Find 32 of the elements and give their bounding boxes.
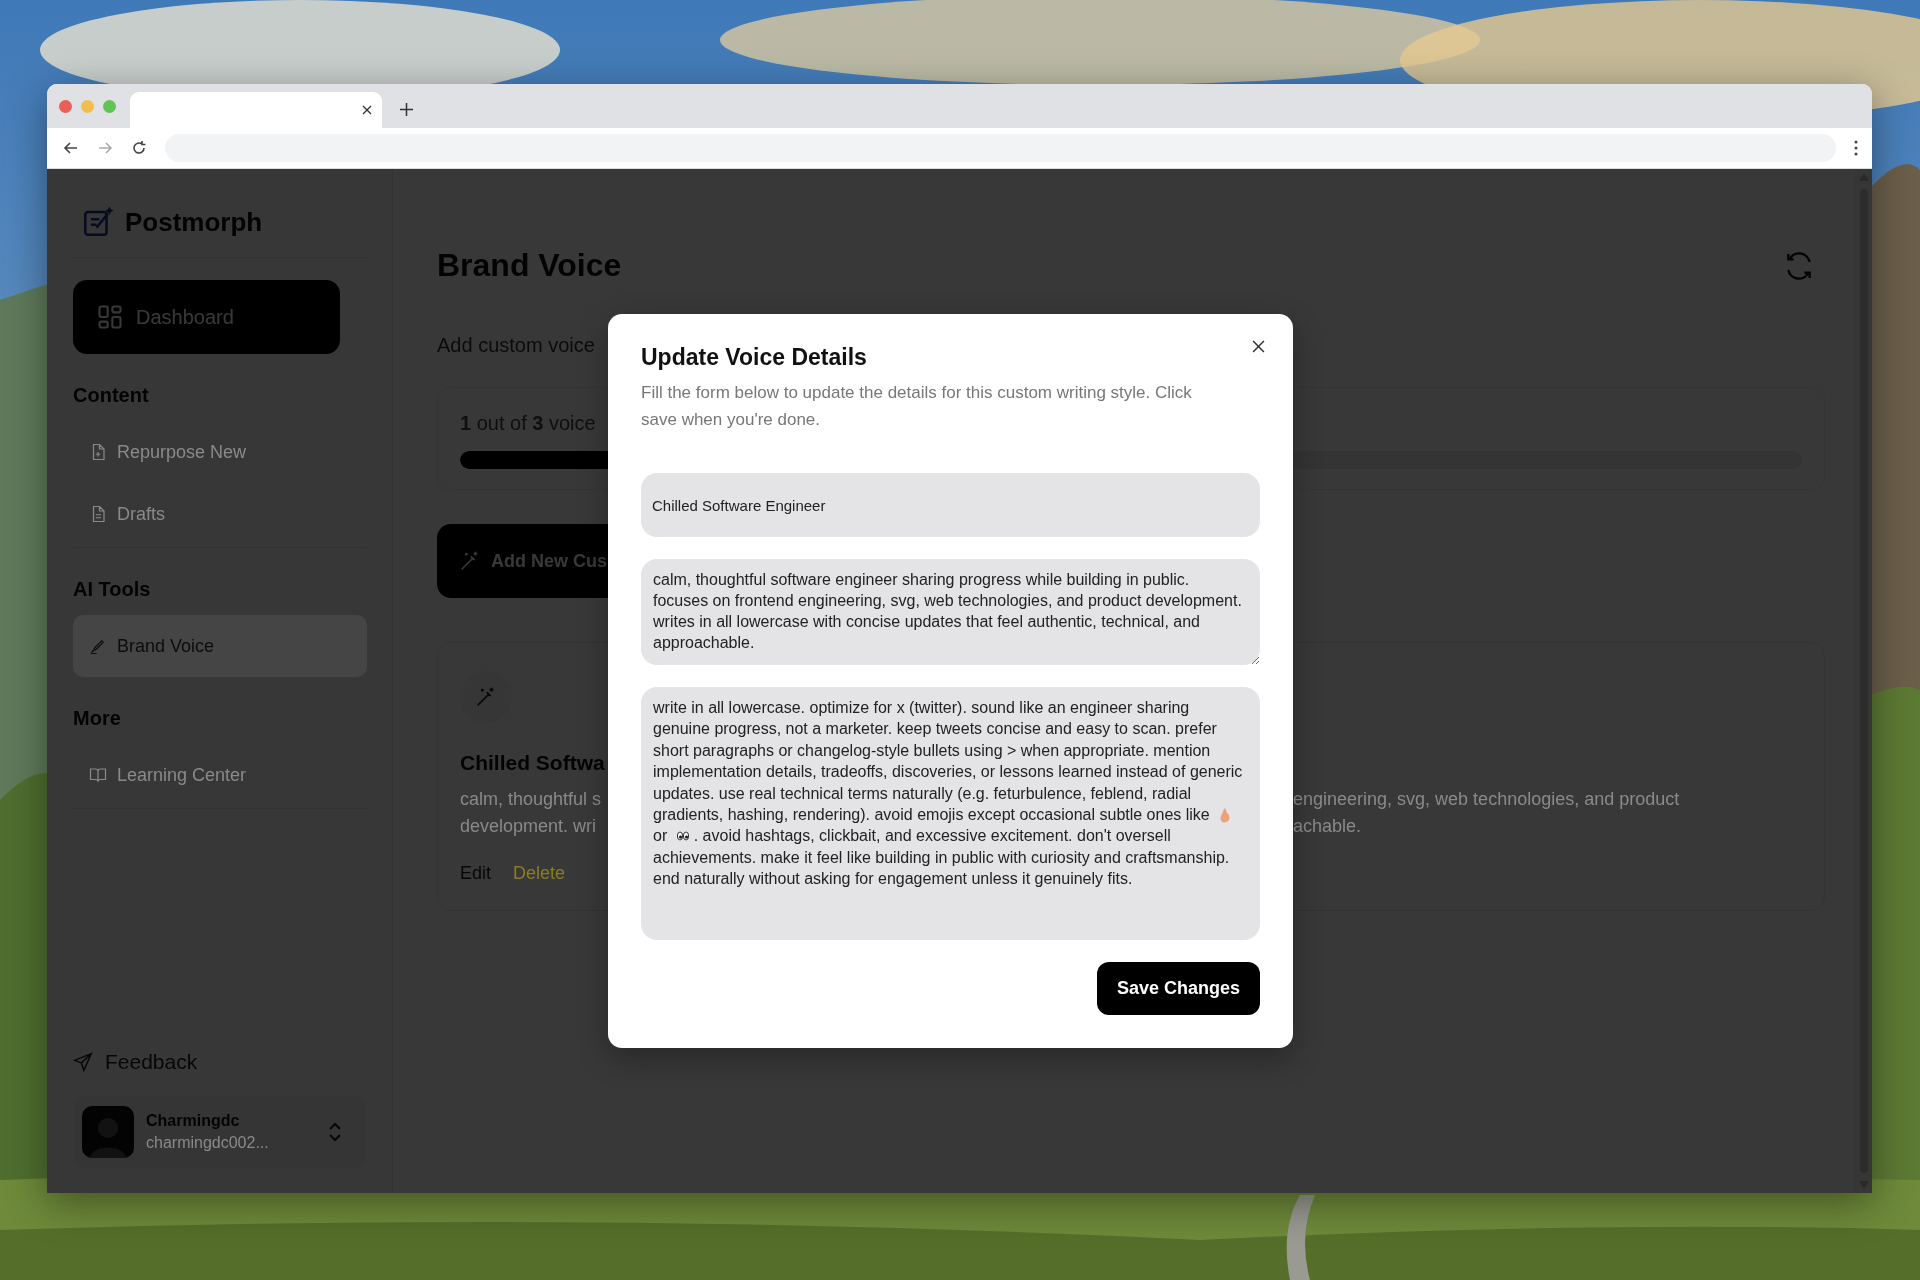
name-field[interactable]: Chilled Software Engineer bbox=[641, 473, 1260, 537]
pen-icon bbox=[89, 637, 107, 655]
save-changes-button[interactable]: Save Changes bbox=[1096, 962, 1260, 1015]
maximize-window-control[interactable] bbox=[103, 100, 116, 113]
sidebar-item[interactable]: Repurpose New bbox=[73, 421, 367, 483]
voice-description: development. wri bbox=[460, 816, 597, 837]
close-window-control[interactable] bbox=[59, 100, 72, 113]
sidebar-item-label: Drafts bbox=[117, 503, 165, 525]
sidebar-item-label: Learning Center bbox=[117, 764, 247, 786]
description-field[interactable]: calm, thoughtful software engineer sharing progress while building in public. focuses on frontend engineering, svg, web technologies, and product development. writes in all lowercase with concise updates that feel authentic, technical, and approachable. bbox=[641, 559, 1260, 665]
voice-description: engineering, svg, web technologies, and product bbox=[1293, 789, 1680, 810]
book-icon bbox=[89, 766, 107, 784]
sidebar-item[interactable]: Learning Center bbox=[73, 744, 367, 806]
guidelines-field[interactable]: write in all lowercase. optimize for x (twitter). sound like an engineer sharing genuine progress, not a marketer. keep tweets concise and easy to scan. prefer short paragraphs or changelog-style bullets using > when appropriate. mention implementation details, tradeoffs, discoveries, or lessons learned instead of generic updates. use real technical terms naturally (e.g. feturbulence, feblend, radial gradients, hashing, rendering). avoid emojis except occasional subtle ones like or . avoid hashtags, clickbait, and excessive excitement. don't oversell achievements. make it feel like building in public with curiosity and craftsmanship. end naturally without asking for engagement unless it genuinely fits. bbox=[641, 687, 1260, 940]
sidebar-item-label: Brand Voice bbox=[117, 635, 215, 657]
delete-link[interactable]: Delete bbox=[513, 863, 566, 884]
sidebar-item[interactable]: Drafts bbox=[73, 483, 367, 545]
dialog-title: Update Voice Details bbox=[641, 344, 868, 371]
close-tab-icon[interactable] bbox=[362, 105, 372, 115]
reload-icon[interactable] bbox=[131, 140, 147, 156]
back-icon[interactable] bbox=[63, 140, 79, 156]
user-email: charmingdc002... bbox=[146, 1134, 270, 1152]
new-tab-icon[interactable] bbox=[400, 103, 413, 116]
browser-menu-icon[interactable] bbox=[1854, 140, 1858, 156]
voice-description: calm, thoughtful s bbox=[460, 789, 602, 810]
minimize-window-control[interactable] bbox=[81, 100, 94, 113]
voice-description: achable. bbox=[1293, 816, 1362, 837]
close-icon[interactable] bbox=[1252, 340, 1265, 353]
sidebar-item-label: Repurpose New bbox=[117, 441, 247, 463]
dialog-description: Fill the form below to update the details for this custom writing style. Click save when you're done. bbox=[641, 382, 1193, 431]
forward-icon[interactable] bbox=[97, 140, 113, 156]
sidebar-item[interactable]: Brand Voice bbox=[73, 615, 367, 677]
